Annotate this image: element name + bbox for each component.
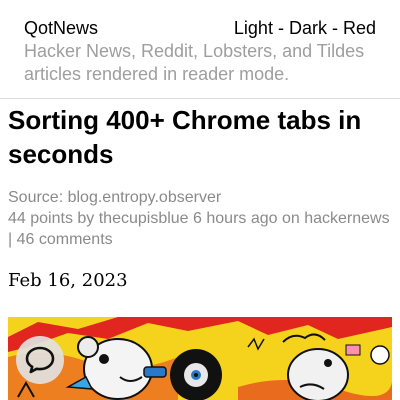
stats-line: 44 points by thecupisblue 6 hours ago on… [8, 210, 390, 248]
source-link[interactable]: blog.entropy.observer [68, 189, 222, 206]
theme-separator: - [326, 18, 343, 38]
theme-red-link[interactable]: Red [343, 18, 376, 38]
site-link[interactable]: hackernews [304, 210, 389, 227]
theme-switcher: Light - Dark - Red [234, 18, 376, 39]
header-divider [0, 98, 400, 99]
source-prefix: Source: [8, 189, 68, 206]
comments-link[interactable]: 46 comments [17, 231, 113, 248]
site-tagline: Hacker News, Reddit, Lobsters, and Tilde… [24, 41, 365, 84]
theme-light-link[interactable]: Light [234, 18, 273, 38]
article-meta: Source: blog.entropy.observer 44 points … [8, 187, 398, 250]
points-count: 44 points [8, 210, 73, 227]
brand-link[interactable]: QotNews [24, 18, 98, 39]
theme-separator: - [272, 18, 289, 38]
article-date: Feb 16, 2023 [8, 270, 128, 291]
author-link[interactable]: thecupisblue [99, 210, 189, 227]
hero-artwork [8, 317, 392, 400]
article-hero-image [8, 317, 392, 400]
source-line: Source: blog.entropy.observer [8, 187, 398, 208]
article-title: Sorting 400+ Chrome tabs in seconds [8, 105, 362, 169]
theme-dark-link[interactable]: Dark [289, 18, 327, 38]
chat-bubble-icon [25, 346, 55, 374]
comments-button[interactable] [16, 336, 64, 384]
timestamp: 6 hours ago [188, 210, 278, 227]
top-bar: QotNews Light - Dark - Red [24, 18, 380, 42]
